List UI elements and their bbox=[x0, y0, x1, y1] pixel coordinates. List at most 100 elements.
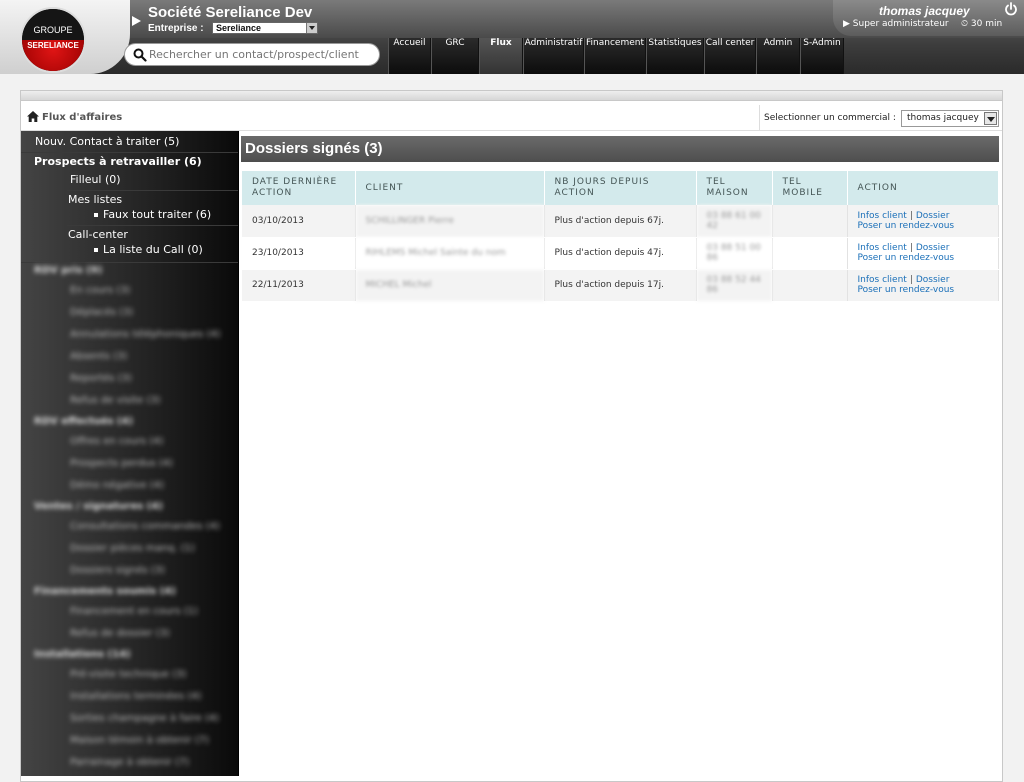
cell-nb-jours: Plus d'action depuis 17j. bbox=[544, 269, 697, 302]
nav-tab-financement[interactable]: Financement bbox=[584, 38, 646, 74]
user-box: thomas jacquey ▶ Super administrateur ⏲ … bbox=[833, 0, 1024, 36]
cell-tel-maison: 03 88 51 00 86 bbox=[696, 237, 773, 270]
sidebar-item-blurred[interactable]: Installations (14) bbox=[34, 649, 131, 660]
link-separator: | bbox=[909, 243, 913, 253]
user-name: thomas jacquey bbox=[879, 4, 970, 18]
commercial-value: thomas jacquey bbox=[907, 113, 979, 123]
table-row: 03/10/2013 SCHILLINGER Pierre Plus d'act… bbox=[242, 205, 999, 238]
logo-area: GROUPE SERELIANCE bbox=[0, 0, 130, 74]
sidebar-item-blurred[interactable]: Sorties champagne à faire (4) bbox=[70, 713, 219, 724]
rendez-vous-link[interactable]: Poser un rendez-vous bbox=[858, 285, 955, 295]
col-nb-jours[interactable]: NB JOURS DEPUIS ACTION bbox=[544, 171, 697, 205]
entreprise-label: Entreprise : bbox=[148, 23, 204, 34]
cell-date: 22/11/2013 bbox=[242, 269, 356, 302]
col-client[interactable]: CLIENT bbox=[355, 171, 545, 205]
search-box bbox=[124, 43, 380, 66]
infos-client-link[interactable]: Infos client bbox=[858, 275, 907, 285]
page-title: Dossiers signés (3) bbox=[241, 136, 999, 162]
breadcrumb: Flux d'affaires Selectionner un commerci… bbox=[21, 105, 1002, 131]
sidebar-item-blurred[interactable]: Refus de visite (3) bbox=[70, 395, 161, 406]
sidebar-item-blurred[interactable]: En cours (3) bbox=[70, 285, 130, 296]
dossier-link[interactable]: Dossier bbox=[916, 275, 950, 285]
cell-tel-mobile bbox=[772, 205, 848, 238]
cell-client[interactable]: RIHLEMS Michel Sainte du nom bbox=[355, 237, 545, 270]
cell-tel-mobile bbox=[772, 237, 848, 270]
company-logo[interactable]: GROUPE SERELIANCE bbox=[20, 7, 86, 73]
power-icon[interactable] bbox=[1004, 2, 1018, 16]
cell-action: Infos client | Dossier Poser un rendez-vou… bbox=[847, 269, 999, 302]
nav-tab-s-admin[interactable]: S-Admin bbox=[800, 38, 844, 74]
search-icon bbox=[133, 48, 147, 62]
cell-action: Infos client | Dossier Poser un rendez-vou… bbox=[847, 205, 999, 238]
commercial-label: Selectionner un commercial : bbox=[764, 113, 896, 123]
rendez-vous-link[interactable]: Poser un rendez-vous bbox=[858, 221, 955, 231]
dossier-link[interactable]: Dossier bbox=[916, 211, 950, 221]
logo-line1: GROUPE bbox=[33, 25, 73, 35]
nav-tab-grc[interactable]: GRC bbox=[431, 38, 479, 74]
rendez-vous-link[interactable]: Poser un rendez-vous bbox=[858, 253, 955, 263]
search-input[interactable] bbox=[149, 46, 371, 63]
sidebar-item-blurred[interactable]: Reportés (3) bbox=[70, 373, 132, 384]
session-time: ⏲ 30 min bbox=[961, 19, 1003, 29]
sidebar-divider bbox=[21, 152, 238, 153]
chevron-down-icon bbox=[306, 23, 317, 33]
sidebar-item-blurred[interactable]: Dossier pièces manq. (1) bbox=[70, 543, 195, 554]
sidebar-item-blurred[interactable]: RDV pris (9) bbox=[34, 265, 102, 276]
sidebar-item-blurred[interactable]: Offres en cours (4) bbox=[70, 436, 163, 447]
dossier-link[interactable]: Dossier bbox=[916, 243, 950, 253]
nav-tab-administratif[interactable]: Administratif bbox=[523, 38, 584, 74]
nav-tab-statistiques[interactable]: Statistiques bbox=[646, 38, 704, 74]
nav-tab-flux[interactable]: Flux bbox=[479, 38, 523, 74]
sidebar-item-blurred[interactable]: Dossiers signés (3) bbox=[70, 565, 165, 576]
user-role: ▶ Super administrateur bbox=[843, 19, 949, 29]
infos-client-link[interactable]: Infos client bbox=[858, 211, 907, 221]
col-tel-mobile[interactable]: TEL MOBILE bbox=[772, 171, 848, 205]
sidebar-item-blurred[interactable]: Installations terminées (4) bbox=[70, 691, 202, 702]
nav-tab-accueil[interactable]: Accueil bbox=[388, 38, 431, 74]
entreprise-value: Sereliance bbox=[216, 23, 262, 33]
col-action[interactable]: ACTION bbox=[847, 171, 999, 205]
main-nav: Accueil GRC Flux Administratif Financeme… bbox=[388, 38, 844, 74]
sidebar-item-blurred[interactable]: RDV effectués (4) bbox=[34, 416, 133, 427]
cell-tel-maison: 03 88 61 00 42 bbox=[696, 205, 773, 238]
home-icon[interactable] bbox=[27, 111, 39, 122]
entreprise-select[interactable]: Sereliance bbox=[212, 22, 318, 34]
nav-tab-call-center[interactable]: Call center bbox=[704, 38, 756, 74]
commercial-filter: Selectionner un commercial : thomas jacq… bbox=[759, 105, 1002, 131]
table-row: 22/11/2013 MICHEL Michel Plus d'action d… bbox=[242, 269, 999, 302]
sidebar-item-blurred[interactable]: Démo négative (4) bbox=[70, 480, 164, 491]
sidebar-divider bbox=[67, 190, 238, 191]
sidebar-item-blurred[interactable]: Pré-visite technique (3) bbox=[70, 669, 186, 680]
sidebar-item-nouv-contact[interactable]: Nouv. Contact à traiter (5) bbox=[35, 135, 179, 148]
sidebar-item-blurred[interactable]: Ventes / signatures (4) bbox=[34, 501, 163, 512]
cell-client[interactable]: MICHEL Michel bbox=[355, 269, 545, 302]
breadcrumb-label[interactable]: Flux d'affaires bbox=[42, 112, 122, 123]
sidebar-item-filleul[interactable]: Filleul (0) bbox=[70, 173, 121, 186]
sidebar-item-faux-tout[interactable]: Faux tout traiter (6) bbox=[93, 208, 211, 221]
sidebar-item-blurred[interactable]: Financement en cours (1) bbox=[70, 606, 198, 617]
cell-date: 03/10/2013 bbox=[242, 205, 356, 238]
sidebar-item-blurred[interactable]: Financements soumis (4) bbox=[34, 586, 176, 597]
commercial-select[interactable]: thomas jacquey bbox=[901, 110, 999, 127]
sidebar-item-liste-call[interactable]: La liste du Call (0) bbox=[94, 243, 203, 256]
infos-client-link[interactable]: Infos client bbox=[858, 243, 907, 253]
sidebar-item-blurred[interactable]: Annulations téléphoniques (4) bbox=[70, 329, 221, 340]
col-tel-maison[interactable]: TEL MAISON bbox=[696, 171, 773, 205]
sidebar-item-blurred[interactable]: Consultations commandes (4) bbox=[70, 521, 220, 532]
logo-line2: SERELIANCE bbox=[27, 41, 79, 50]
cell-client[interactable]: SCHILLINGER Pierre bbox=[355, 205, 545, 238]
link-separator: | bbox=[909, 210, 913, 221]
sidebar-item-blurred[interactable]: Maison témoin à obtenir (7) bbox=[70, 735, 209, 746]
sidebar-item-blurred[interactable]: Parrainage à obtenir (7) bbox=[70, 757, 189, 768]
sidebar-item-call-center[interactable]: Call-center bbox=[68, 228, 128, 241]
sidebar-item-blurred[interactable]: Déplacés (3) bbox=[70, 307, 133, 318]
cell-tel-mobile bbox=[772, 269, 848, 302]
nav-tab-admin[interactable]: Admin bbox=[756, 38, 800, 74]
sidebar-item-prospects[interactable]: Prospects à retravailler (6) bbox=[34, 155, 202, 168]
sidebar-item-mes-listes[interactable]: Mes listes bbox=[68, 193, 122, 206]
panel-top-bar bbox=[21, 91, 1002, 101]
sidebar-item-blurred[interactable]: Refus de dossier (3) bbox=[70, 628, 170, 639]
sidebar-item-blurred[interactable]: Prospects perdus (4) bbox=[70, 458, 173, 469]
col-date[interactable]: DATE DERNIÈRE ACTION bbox=[242, 171, 356, 205]
sidebar-item-blurred[interactable]: Absents (3) bbox=[70, 351, 127, 362]
